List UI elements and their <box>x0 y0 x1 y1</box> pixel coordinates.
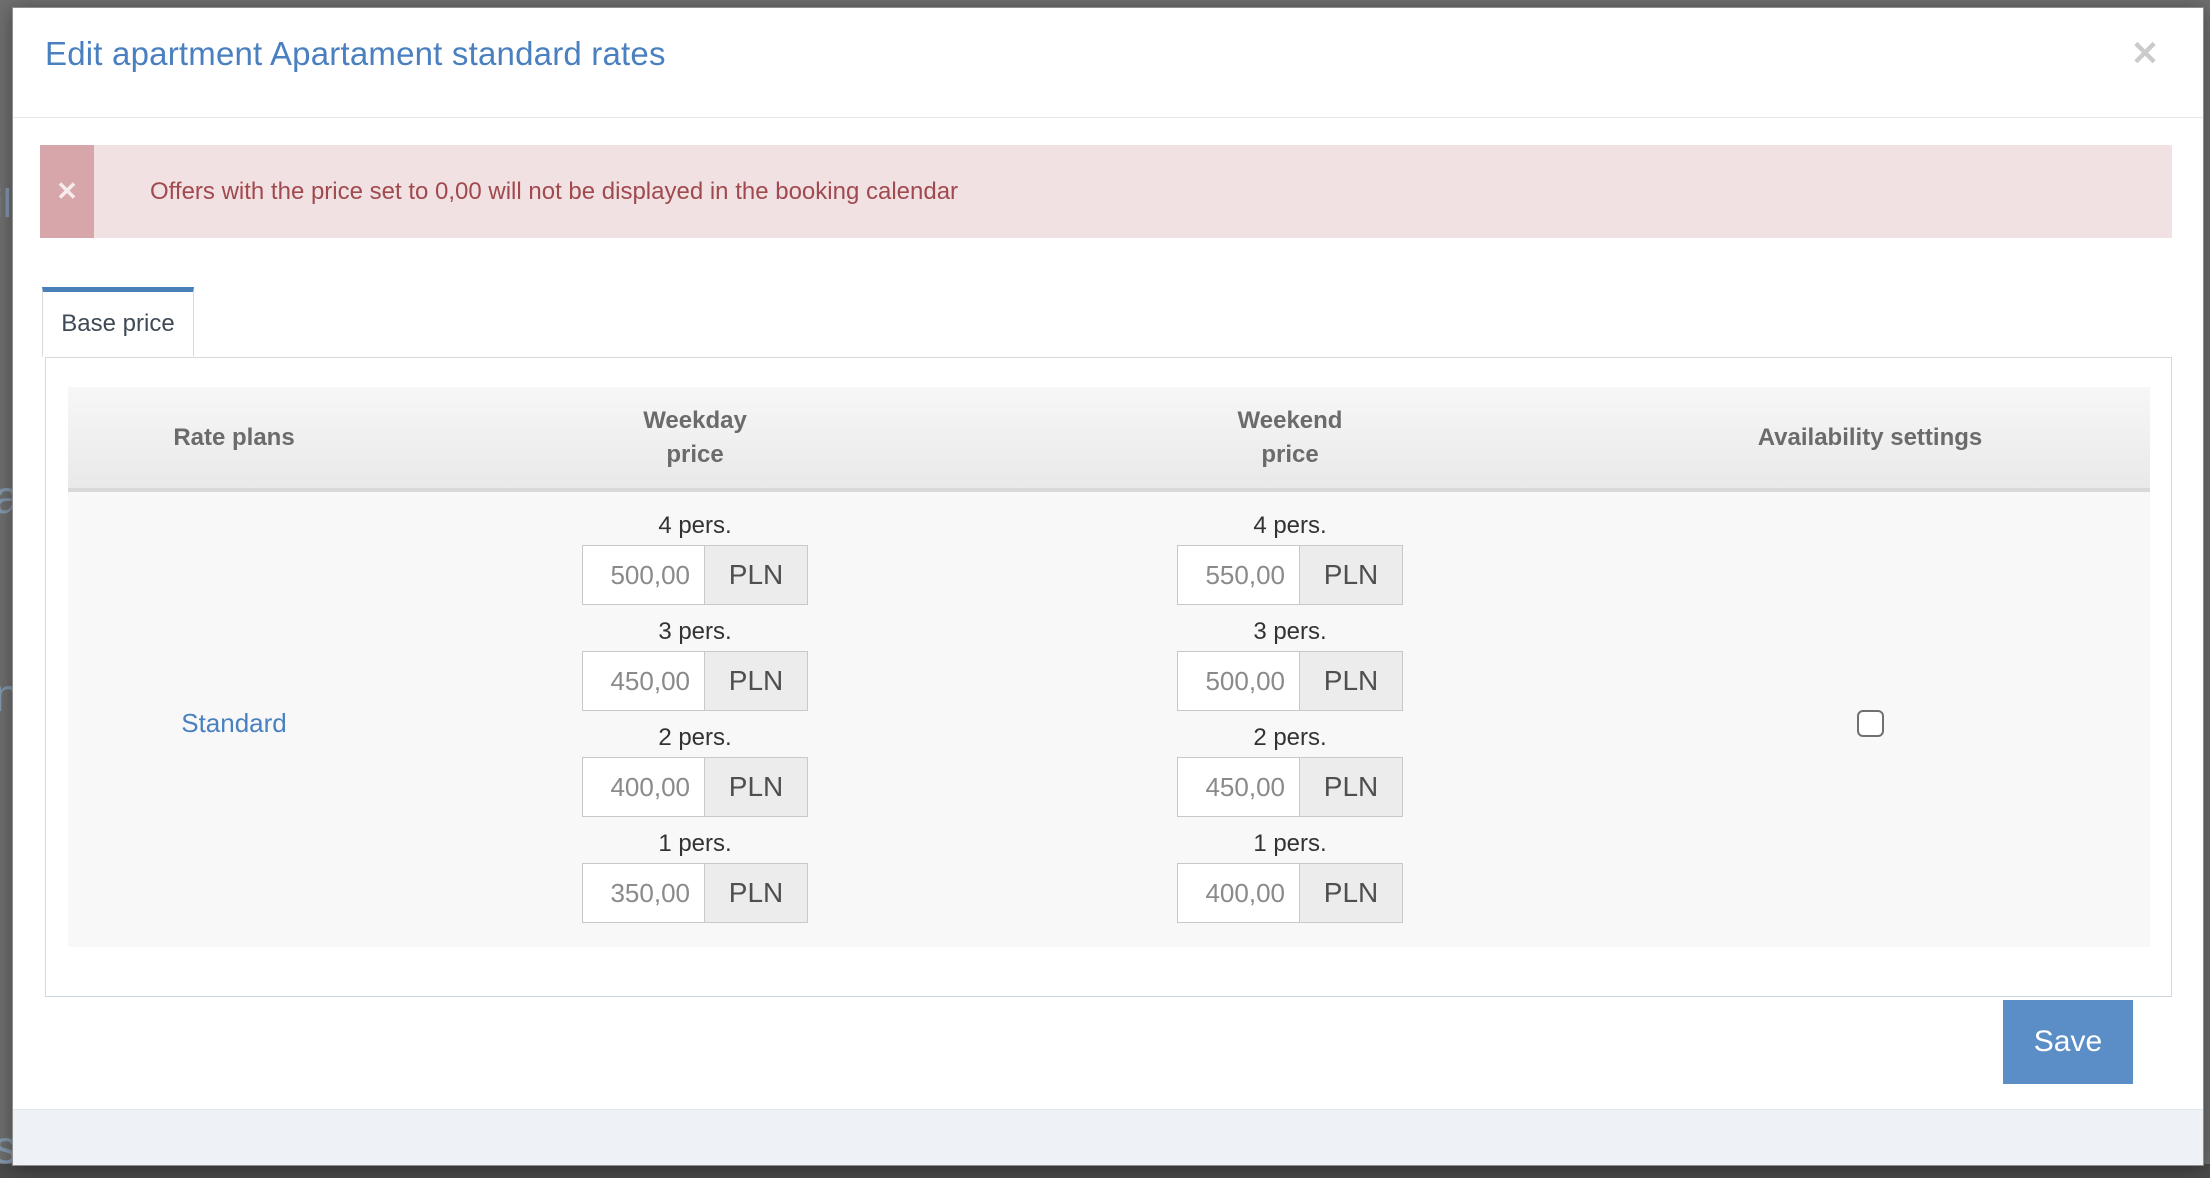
weekend-price-input-4pers[interactable] <box>1177 545 1299 605</box>
modal-header: Edit apartment Apartament standard rates… <box>13 8 2203 118</box>
currency-addon: PLN <box>1299 651 1403 711</box>
header-line: Rate plans <box>173 421 294 455</box>
availability-cell <box>1590 511 2150 935</box>
header-weekend-price: Weekend price <box>990 387 1590 488</box>
header-line: Availability settings <box>1758 421 1983 455</box>
currency-addon: PLN <box>1299 863 1403 923</box>
price-group: 3 pers. PLN <box>582 617 808 711</box>
weekday-price-input-3pers[interactable] <box>582 651 704 711</box>
person-count-label: 4 pers. <box>658 511 731 541</box>
person-count-label: 3 pers. <box>1253 617 1326 647</box>
person-count-label: 1 pers. <box>1253 829 1326 859</box>
page-bottom-shade <box>0 1164 2210 1178</box>
price-group: 3 pers. PLN <box>1177 617 1403 711</box>
currency-addon: PLN <box>1299 545 1403 605</box>
rates-panel: Rate plans Weekday price Weekend price A… <box>45 357 2172 997</box>
person-count-label: 4 pers. <box>1253 511 1326 541</box>
header-line: price <box>1261 438 1318 472</box>
modal-title: Edit apartment Apartament standard rates <box>45 35 666 73</box>
currency-addon: PLN <box>1299 757 1403 817</box>
currency-addon: PLN <box>704 545 808 605</box>
background-page-bleed: il a n s <box>0 0 12 1178</box>
weekday-price-input-4pers[interactable] <box>582 545 704 605</box>
rates-table-header: Rate plans Weekday price Weekend price A… <box>68 387 2150 492</box>
currency-addon: PLN <box>704 757 808 817</box>
weekday-price-input-1pers[interactable] <box>582 863 704 923</box>
save-button[interactable]: Save <box>2003 1000 2133 1084</box>
price-group: 4 pers. PLN <box>1177 511 1403 605</box>
currency-addon: PLN <box>704 863 808 923</box>
modal-footer <box>13 1109 2203 1165</box>
tab-base-price[interactable]: Base price <box>42 287 194 357</box>
tab-bar: Base price <box>42 287 2203 357</box>
alert-message: Offers with the price set to 0,00 will n… <box>94 145 2172 238</box>
rate-plan-link[interactable]: Standard <box>181 708 287 739</box>
edit-rates-modal: Edit apartment Apartament standard rates… <box>12 7 2204 1166</box>
price-zero-alert: ✕ Offers with the price set to 0,00 will… <box>40 145 2172 238</box>
weekend-price-input-2pers[interactable] <box>1177 757 1299 817</box>
person-count-label: 2 pers. <box>658 723 731 753</box>
header-line: Weekend <box>1238 404 1343 438</box>
weekday-price-cell: 4 pers. PLN 3 pers. PLN <box>400 511 990 935</box>
price-group: 1 pers. PLN <box>1177 829 1403 923</box>
close-icon: ✕ <box>2131 35 2160 73</box>
background-text-fragment: a <box>0 470 12 524</box>
background-text-fragment: s <box>0 1120 12 1174</box>
availability-checkbox[interactable] <box>1857 710 1884 737</box>
price-group: 1 pers. PLN <box>582 829 808 923</box>
background-text-fragment: n <box>0 668 12 722</box>
person-count-label: 3 pers. <box>658 617 731 647</box>
tab-label: Base price <box>61 310 174 338</box>
header-line: Weekday <box>643 404 747 438</box>
modal-close-button[interactable]: ✕ <box>2123 32 2167 76</box>
header-line: price <box>666 438 723 472</box>
alert-dismiss-button[interactable]: ✕ <box>40 145 94 238</box>
rate-plan-cell: Standard <box>68 511 400 935</box>
weekend-price-input-1pers[interactable] <box>1177 863 1299 923</box>
weekday-price-input-2pers[interactable] <box>582 757 704 817</box>
rate-plan-row: Standard 4 pers. PLN 3 pers. <box>68 492 2150 947</box>
modal-actions: Save <box>13 997 2203 1084</box>
header-availability-settings: Availability settings <box>1590 387 2150 488</box>
background-text-fragment: il <box>0 182 12 227</box>
close-icon: ✕ <box>56 176 78 207</box>
currency-addon: PLN <box>704 651 808 711</box>
dimmed-page-overlay: { "modal": { "title": "Edit apartment Ap… <box>0 0 2210 1178</box>
header-weekday-price: Weekday price <box>400 387 990 488</box>
header-rate-plans: Rate plans <box>68 387 400 488</box>
price-group: 2 pers. PLN <box>582 723 808 817</box>
weekend-price-input-3pers[interactable] <box>1177 651 1299 711</box>
weekend-price-cell: 4 pers. PLN 3 pers. PLN <box>990 511 1590 935</box>
person-count-label: 1 pers. <box>658 829 731 859</box>
price-group: 4 pers. PLN <box>582 511 808 605</box>
price-group: 2 pers. PLN <box>1177 723 1403 817</box>
person-count-label: 2 pers. <box>1253 723 1326 753</box>
